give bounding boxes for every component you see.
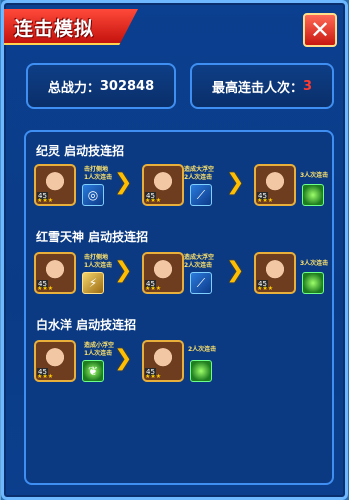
star-rating: ★★★	[145, 285, 162, 292]
hero-portrait[interactable]: 45 ★★★	[34, 252, 76, 294]
step-description: 造成大浮空 2人次连击	[184, 166, 214, 182]
desc-line: 造成小浮空	[84, 342, 115, 349]
step-description: 击打侧地 1人次连击	[84, 166, 112, 182]
max-combo-box: 最高连击人次： 3	[190, 63, 334, 109]
desc-line: 3人次连击	[300, 260, 329, 267]
total-power-value: 302848	[99, 78, 155, 94]
combo-row: 45 ★★★ ◎ 击打侧地 1人次连击 ❯ 45 ★★★ ⟋ 造成大浮空 2人次…	[34, 162, 334, 208]
step-description: 造成大浮空 2人次连击	[184, 254, 214, 270]
swirl-icon[interactable]: ◎	[82, 184, 104, 206]
max-combo-label: 最高连击人次：	[211, 80, 303, 96]
desc-line: 造成大浮空	[184, 166, 215, 173]
desc-line: 1人次连击	[84, 174, 113, 181]
hero-portrait[interactable]: 45 ★★★	[142, 252, 184, 294]
lightning-icon[interactable]: ⚡	[82, 272, 104, 294]
total-power-box: 总战力： 302848	[26, 63, 176, 109]
star-rating: ★★★	[145, 373, 162, 380]
hero-portrait[interactable]: 45 ★★★	[254, 164, 296, 206]
step-description: 击打侧地 1人次连击	[84, 254, 112, 270]
desc-line: 3人次连击	[300, 172, 329, 179]
max-combo-value: 3	[302, 78, 313, 94]
hero-portrait[interactable]: 45 ★★★	[34, 164, 76, 206]
star-rating: ★★★	[257, 285, 274, 292]
arrow-right-icon: ❯	[114, 346, 133, 371]
combo-row: 45 ★★★ ⚡ 击打侧地 1人次连击 ❯ 45 ★★★ ⟋ 造成大浮空 2人次…	[34, 250, 334, 296]
slash-icon[interactable]: ⟋	[190, 272, 212, 294]
arrow-right-icon: ❯	[226, 258, 245, 283]
desc-line: 1人次连击	[84, 350, 113, 357]
desc-line: 2人次连击	[184, 262, 213, 269]
star-rating: ★★★	[37, 285, 54, 292]
arrow-right-icon: ❯	[114, 170, 133, 195]
desc-line: 2人次连击	[188, 346, 217, 353]
combo-list: 纪灵 启动技连招 45 ★★★ ◎ 击打侧地 1人次连击 ❯ 45 ★★★ ⟋ …	[24, 130, 334, 485]
close-icon: ✕	[309, 16, 331, 44]
close-button[interactable]: ✕	[303, 13, 337, 47]
total-power-label: 总战力：	[47, 80, 100, 96]
star-rating: ★★★	[145, 197, 162, 204]
panel-title: 连击模拟	[14, 18, 95, 40]
orb-icon[interactable]	[302, 184, 324, 206]
slash-icon[interactable]: ⟋	[190, 184, 212, 206]
leaf-icon[interactable]: ❦	[82, 360, 104, 382]
title-banner: 连击模拟	[4, 9, 138, 45]
arrow-right-icon: ❯	[226, 170, 245, 195]
star-rating: ★★★	[37, 197, 54, 204]
desc-line: 2人次连击	[184, 174, 213, 181]
orb-icon[interactable]	[190, 360, 212, 382]
desc-line: 造成大浮空	[184, 254, 215, 261]
combo-title: 纪灵 启动技连招	[36, 144, 125, 158]
orb-icon[interactable]	[302, 272, 324, 294]
desc-line: 1人次连击	[84, 262, 113, 269]
hero-portrait[interactable]: 45 ★★★	[34, 340, 76, 382]
step-description: 3人次连击	[300, 172, 328, 180]
star-rating: ★★★	[257, 197, 274, 204]
hero-portrait[interactable]: 45 ★★★	[142, 340, 184, 382]
step-description: 2人次连击	[188, 346, 216, 354]
combo-simulation-panel: 连击模拟 ✕ 总战力： 302848 最高连击人次： 3 纪灵 启动技连招 45…	[1, 0, 348, 500]
combo-row: 45 ★★★ ❦ 造成小浮空 1人次连击 ❯ 45 ★★★ 2人次连击	[34, 338, 334, 384]
desc-line: 击打侧地	[84, 166, 109, 173]
hero-portrait[interactable]: 45 ★★★	[254, 252, 296, 294]
step-description: 造成小浮空 1人次连击	[84, 342, 114, 358]
star-rating: ★★★	[37, 373, 54, 380]
combo-title: 红雪天神 启动技连招	[36, 230, 149, 244]
combo-title: 白水洋 启动技连招	[36, 318, 137, 332]
desc-line: 击打侧地	[84, 254, 109, 261]
arrow-right-icon: ❯	[114, 258, 133, 283]
step-description: 3人次连击	[300, 260, 328, 268]
hero-portrait[interactable]: 45 ★★★	[142, 164, 184, 206]
